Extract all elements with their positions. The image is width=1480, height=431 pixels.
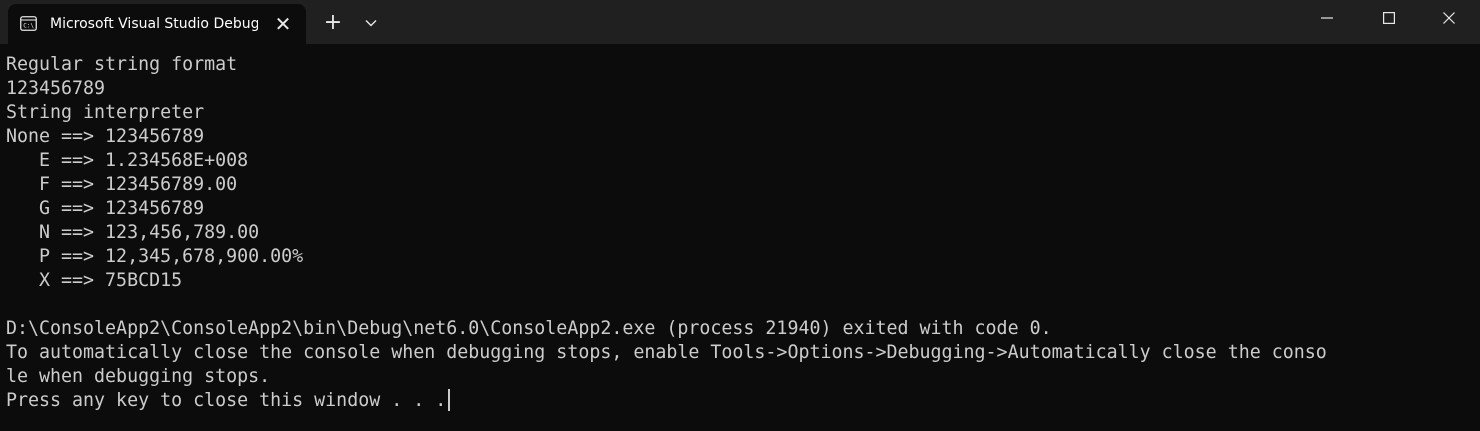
console-line: X ==> 75BCD15: [6, 270, 183, 291]
console-icon: C:\: [20, 16, 37, 31]
console-line: F ==> 123456789.00: [6, 174, 238, 195]
console-line: E ==> 1.234568E+008: [6, 150, 249, 171]
close-icon: [1443, 12, 1455, 24]
maximize-button[interactable]: [1358, 0, 1420, 36]
console-line: Regular string format: [6, 54, 238, 75]
console-line: String interpreter: [6, 102, 205, 123]
terminal-tab[interactable]: C:\ Microsoft Visual Studio Debug Consol…: [8, 4, 306, 44]
chevron-down-icon: [365, 20, 377, 27]
console-line: N ==> 123,456,789.00: [6, 222, 260, 243]
tab-dropdown-button[interactable]: [356, 10, 386, 36]
console-line: None ==> 123456789: [6, 126, 205, 147]
text-cursor: [448, 389, 451, 411]
console-line: To automatically close the console when …: [6, 342, 1327, 363]
title-bar: C:\ Microsoft Visual Studio Debug Consol…: [0, 0, 1480, 44]
console-line: 123456789: [6, 78, 106, 99]
minimize-icon: [1321, 17, 1333, 19]
tab-title: Microsoft Visual Studio Debug Console: [50, 16, 258, 32]
close-window-button[interactable]: [1418, 0, 1480, 36]
tab-close-icon[interactable]: ✕: [273, 14, 293, 34]
console-line: le when debugging stops.: [6, 366, 271, 387]
maximize-icon: [1383, 12, 1395, 24]
console-output-area[interactable]: Regular string format 123456789 String i…: [0, 44, 1480, 431]
console-line: G ==> 123456789: [6, 198, 205, 219]
console-line: Press any key to close this window . . .: [6, 390, 447, 411]
console-output: Regular string format 123456789 String i…: [6, 53, 1327, 413]
console-line: P ==> 12,345,678,900.00%: [6, 246, 304, 267]
console-line: D:\ConsoleApp2\ConsoleApp2\bin\Debug\net…: [6, 318, 1052, 339]
minimize-button[interactable]: [1296, 0, 1358, 36]
svg-text:C:\: C:\: [23, 23, 34, 30]
new-tab-button[interactable]: +: [318, 10, 348, 36]
